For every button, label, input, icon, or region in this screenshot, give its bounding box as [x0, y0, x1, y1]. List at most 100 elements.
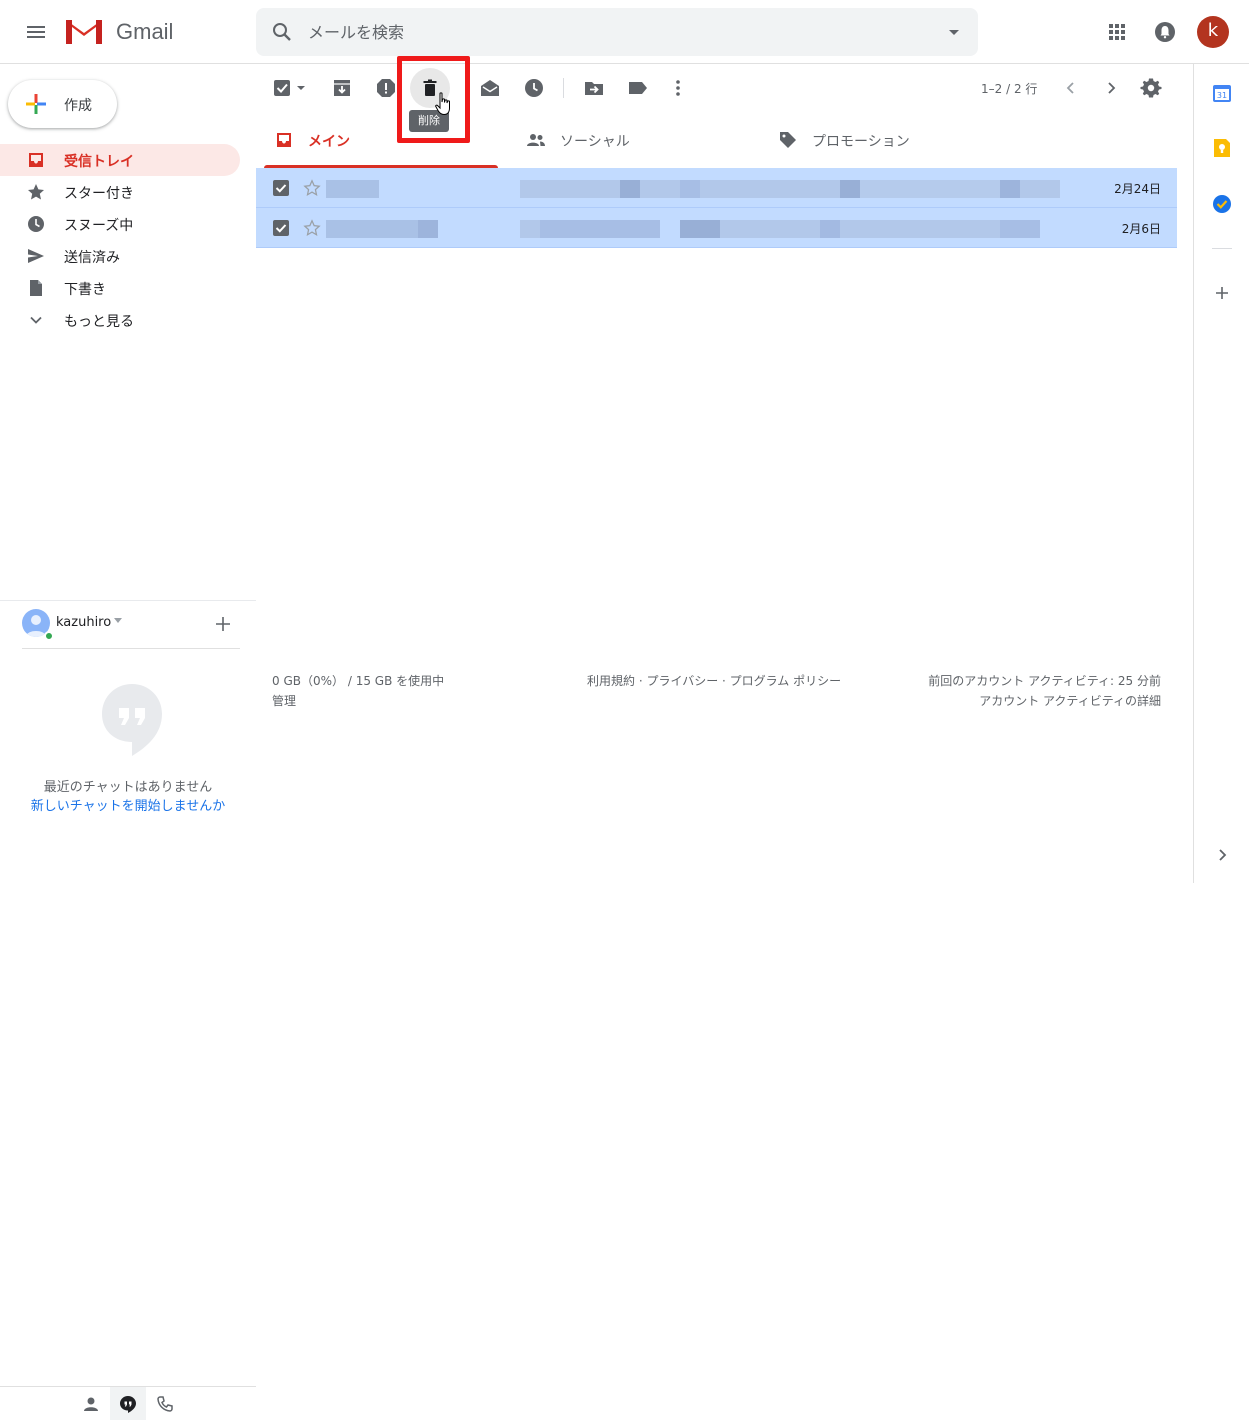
subject-redacted — [520, 180, 1060, 198]
delete-icon[interactable] — [418, 76, 442, 100]
sidebar-item-inbox[interactable]: 受信トレイ — [0, 144, 240, 176]
mail-row[interactable]: 2月24日 — [256, 168, 1177, 208]
people-icon — [526, 130, 546, 150]
hangouts-bubble-icon — [102, 684, 162, 756]
label-icon[interactable] — [626, 76, 650, 100]
storage-usage: 0 GB（0%） / 15 GB を使用中 — [272, 674, 445, 688]
expand-panel-chevron-icon[interactable] — [1212, 845, 1232, 865]
older-chevron-right-icon[interactable] — [1099, 76, 1123, 100]
sidebar-item-label: スター付き — [64, 186, 134, 202]
send-icon — [26, 246, 46, 266]
sidebar-item-drafts[interactable]: 下書き — [0, 272, 240, 304]
more-options-icon[interactable] — [666, 76, 690, 100]
hangouts-tab[interactable] — [110, 1387, 146, 1420]
phone-icon — [156, 1395, 174, 1413]
activity-details-link[interactable]: アカウント アクティビティの詳細 — [928, 691, 1161, 711]
account-avatar[interactable]: k — [1197, 16, 1229, 48]
newer-chevron-left-icon[interactable] — [1059, 76, 1083, 100]
sidebar-nav: 受信トレイ スター付き スヌーズ中 送信済み 下書き もっと見る — [0, 144, 256, 336]
row-checkbox[interactable] — [273, 220, 289, 236]
select-all-checkbox[interactable] — [273, 76, 313, 100]
draft-icon — [26, 278, 46, 298]
inbox-icon — [26, 150, 46, 170]
last-activity: 前回のアカウント アクティビティ: 25 分前 — [928, 674, 1161, 688]
tab-primary[interactable]: メイン — [256, 112, 498, 168]
header: Gmail k — [0, 0, 1249, 64]
search-icon[interactable] — [270, 20, 294, 44]
chevron-down-icon — [26, 310, 46, 330]
calendar-icon[interactable]: 31 — [1212, 83, 1232, 103]
page-count: 1–2 / 2 行 — [981, 82, 1038, 96]
tasks-icon[interactable] — [1212, 194, 1232, 214]
side-panel-rail: 31 — [1193, 64, 1249, 883]
notification-bell-icon[interactable] — [1153, 20, 1177, 44]
keep-icon[interactable] — [1212, 138, 1232, 158]
mail-date: 2月24日 — [1114, 182, 1161, 196]
sidebar-item-sent[interactable]: 送信済み — [0, 240, 240, 272]
mail-row[interactable]: 2月6日 — [256, 208, 1177, 248]
snooze-icon[interactable] — [522, 76, 546, 100]
sidebar-item-label: 送信済み — [64, 250, 120, 266]
tab-label: ソーシャル — [560, 134, 630, 150]
person-icon — [82, 1395, 100, 1413]
inbox-icon — [274, 130, 294, 150]
manage-storage-link[interactable]: 管理 — [272, 691, 444, 711]
subject-redacted — [520, 220, 1060, 238]
hangouts-panel: kazuhiro 最近のチャットはありません 新しいチャットを開始しませんか — [0, 600, 256, 1420]
compose-label: 作成 — [64, 98, 92, 114]
sidebar-item-label: 下書き — [64, 282, 106, 298]
phone-tab[interactable] — [147, 1387, 183, 1420]
no-chats-text: 最近のチャットはありません — [43, 780, 213, 795]
search-input[interactable] — [308, 20, 908, 44]
sidebar-item-label: スヌーズ中 — [64, 218, 134, 234]
add-addon-plus-icon[interactable] — [1212, 283, 1232, 303]
sidebar-item-label: 受信トレイ — [64, 154, 134, 170]
row-checkbox[interactable] — [273, 180, 289, 196]
sidebar: 作成 受信トレイ スター付き スヌーズ中 送信済み 下書き もっと見る kazu… — [0, 64, 256, 1420]
settings-gear-icon[interactable] — [1139, 76, 1163, 100]
hangouts-icon — [119, 1395, 137, 1413]
mark-as-read-icon[interactable] — [478, 76, 502, 100]
sidebar-item-snoozed[interactable]: スヌーズ中 — [0, 208, 240, 240]
divider — [22, 648, 240, 649]
tab-promotions[interactable]: プロモーション — [760, 112, 1002, 168]
tab-social[interactable]: ソーシャル — [508, 112, 750, 168]
archive-icon[interactable] — [330, 76, 354, 100]
category-tabs: メイン ソーシャル プロモーション — [256, 112, 1177, 168]
add-chat-icon[interactable] — [214, 615, 232, 633]
mail-date: 2月6日 — [1121, 222, 1161, 236]
hangouts-user[interactable]: kazuhiro — [0, 600, 256, 649]
sidebar-item-starred[interactable]: スター付き — [0, 176, 240, 208]
report-spam-icon[interactable] — [374, 76, 398, 100]
user-menu-caret-icon[interactable] — [114, 618, 122, 624]
sidebar-item-label: もっと見る — [64, 314, 134, 330]
mail-list: 2月24日 2月6日 — [256, 168, 1177, 248]
rail-divider — [1212, 248, 1232, 249]
search-options-icon[interactable] — [946, 24, 962, 40]
clock-icon — [26, 214, 46, 234]
search-bar — [256, 8, 978, 56]
hangouts-user-name: kazuhiro — [56, 615, 112, 630]
toolbar-separator — [563, 78, 564, 98]
calendar-day-text: 31 — [1217, 91, 1227, 100]
sender-redacted — [326, 220, 450, 238]
contacts-tab[interactable] — [73, 1387, 109, 1420]
tab-label: メイン — [308, 134, 350, 150]
start-chat-link[interactable]: 新しいチャットを開始しませんか — [0, 795, 256, 814]
app-name[interactable]: Gmail — [116, 19, 173, 45]
move-to-icon[interactable] — [582, 76, 606, 100]
sidebar-item-more[interactable]: もっと見る — [0, 304, 240, 336]
main-menu-icon[interactable] — [24, 20, 48, 44]
star-icon — [26, 182, 46, 202]
star-outline-icon[interactable] — [303, 179, 321, 197]
compose-button[interactable]: 作成 — [8, 80, 117, 128]
star-outline-icon[interactable] — [303, 219, 321, 237]
terms-privacy-links[interactable]: 利用規約 · プライバシー · プログラム ポリシー — [587, 671, 841, 691]
gmail-logo-icon[interactable] — [64, 16, 104, 46]
compose-plus-icon — [24, 92, 48, 116]
tag-icon — [778, 130, 798, 150]
online-status-dot — [44, 631, 54, 641]
apps-grid-icon[interactable] — [1105, 20, 1129, 44]
sender-redacted — [326, 180, 450, 198]
tab-label: プロモーション — [812, 134, 910, 150]
